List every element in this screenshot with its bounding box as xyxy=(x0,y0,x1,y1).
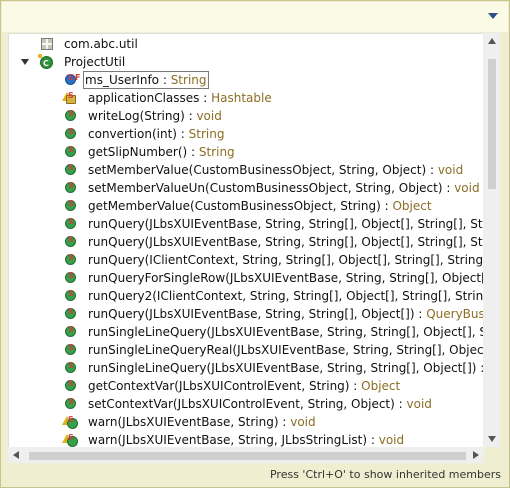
scroll-right-icon[interactable] xyxy=(473,451,479,459)
inherited-members-hint: Press 'Ctrl+O' to show inherited members xyxy=(269,468,501,481)
static-icon: S xyxy=(68,181,74,190)
member-label: runQuery(JLbsXUIEventBase, String, Strin… xyxy=(88,217,485,231)
member-row[interactable]: S writeLog(String) : void xyxy=(59,107,484,125)
static-icon: S xyxy=(68,307,74,316)
member-row[interactable]: S setMemberValueUn(CustomBusinessObject,… xyxy=(59,179,484,197)
horizontal-scrollbar[interactable] xyxy=(8,447,484,463)
member-row[interactable]: S runQuery(JLbsXUIEventBase, String, Str… xyxy=(59,215,485,233)
member-row[interactable]: S runSingleLineQuery(JLbsXUIEventBase, S… xyxy=(59,323,485,341)
member-row[interactable]: S warn(JLbsXUIEventBase, String) : void xyxy=(59,413,484,431)
static-icon: S xyxy=(68,235,74,244)
static-icon: S xyxy=(68,109,74,118)
member-label: writeLog(String) : void xyxy=(88,109,222,123)
class-modifier-icon xyxy=(38,54,42,58)
static-icon: S xyxy=(68,325,74,334)
static-icon: S xyxy=(68,217,74,226)
vertical-scrollbar[interactable] xyxy=(483,33,500,447)
view-menu-icon[interactable] xyxy=(488,13,498,19)
member-label: applicationClasses : Hashtable xyxy=(88,91,272,105)
member-label: runSingleLineQueryReal(JLbsXUIEventBase,… xyxy=(88,343,485,357)
static-icon: S xyxy=(68,199,74,208)
static-icon: S xyxy=(68,163,74,172)
member-label: getContextVar(JLbsXUIControlEvent, Strin… xyxy=(88,379,401,393)
horizontal-scroll-thumb[interactable] xyxy=(29,452,466,460)
scroll-left-icon[interactable] xyxy=(13,451,19,459)
status-footer: Press 'Ctrl+O' to show inherited members xyxy=(1,467,509,487)
static-icon: S xyxy=(68,343,74,352)
member-row[interactable]: S convertion(int) : String xyxy=(59,125,484,143)
package-label: com.abc.util xyxy=(64,37,138,51)
member-row[interactable]: S getMemberValue(CustomBusinessObject, S… xyxy=(59,197,484,215)
member-row[interactable]: S setMemberValue(CustomBusinessObject, S… xyxy=(59,161,484,179)
member-row[interactable]: S applicationClasses : Hashtable xyxy=(59,89,484,107)
static-icon: S xyxy=(68,379,74,388)
vertical-scroll-thumb[interactable] xyxy=(488,59,496,189)
member-label: runQuery(JLbsXUIEventBase, String, Strin… xyxy=(88,307,485,321)
static-icon: S xyxy=(68,73,74,82)
member-label: warn(JLbsXUIEventBase, String, JLbsStrin… xyxy=(88,433,405,447)
member-row[interactable]: S getSlipNumber() : String xyxy=(59,143,484,161)
member-label: runQueryForSingleRow(JLbsXUIEventBase, S… xyxy=(88,271,485,285)
quick-outline-popup: com.abc.util ProjectUtil S F ms_UserInfo… xyxy=(0,0,510,488)
package-row[interactable]: com.abc.util xyxy=(9,35,484,53)
member-row[interactable]: S runQueryForSingleRow(JLbsXUIEventBase,… xyxy=(59,269,485,287)
outline-tree: com.abc.util ProjectUtil S F ms_UserInfo… xyxy=(8,33,485,448)
class-icon xyxy=(38,54,53,73)
outline-toolbar xyxy=(2,2,508,32)
package-icon xyxy=(41,38,53,50)
static-icon: S xyxy=(68,145,74,154)
static-icon: S xyxy=(68,433,74,442)
static-icon: S xyxy=(68,127,74,136)
member-label: convertion(int) : String xyxy=(88,127,225,141)
member-label: ms_UserInfo : String xyxy=(83,71,209,89)
member-row[interactable]: S warn(JLbsXUIEventBase, String, JLbsStr… xyxy=(59,431,484,448)
member-label: warn(JLbsXUIEventBase, String) : void xyxy=(88,415,316,429)
static-icon: S xyxy=(68,361,74,370)
member-label: getMemberValue(CustomBusinessObject, Str… xyxy=(88,199,432,213)
member-label: getSlipNumber() : String xyxy=(88,145,235,159)
member-label: runSingleLineQuery(JLbsXUIEventBase, Str… xyxy=(88,361,484,375)
member-label: setMemberValue(CustomBusinessObject, Str… xyxy=(88,163,464,177)
static-icon: S xyxy=(68,271,74,280)
member-label: runQuery2(IClientContext, String, String… xyxy=(88,289,485,303)
member-row[interactable]: S getContextVar(JLbsXUIControlEvent, Str… xyxy=(59,377,484,395)
member-row[interactable]: S runQuery(JLbsXUIEventBase, String, Str… xyxy=(59,305,485,323)
final-icon: F xyxy=(75,73,81,82)
member-row[interactable]: S runSingleLineQueryReal(JLbsXUIEventBas… xyxy=(59,341,485,359)
member-label: setContextVar(JLbsXUIControlEvent, Strin… xyxy=(88,397,432,411)
collapse-icon[interactable] xyxy=(21,59,29,65)
scroll-up-icon[interactable] xyxy=(488,38,496,44)
member-row[interactable]: S runQuery2(IClientContext, String, Stri… xyxy=(59,287,485,305)
member-label: runSingleLineQuery(JLbsXUIEventBase, Str… xyxy=(88,325,485,339)
static-icon: S xyxy=(68,253,74,262)
scroll-down-icon[interactable] xyxy=(488,436,496,442)
member-label: setMemberValueUn(CustomBusinessObject, S… xyxy=(88,181,480,195)
static-icon: S xyxy=(68,397,74,406)
static-icon: S xyxy=(68,91,74,100)
member-row[interactable]: S runQuery(JLbsXUIEventBase, String, Str… xyxy=(59,233,485,251)
static-icon: S xyxy=(68,289,74,298)
member-label: runQuery(IClientContext, String, String[… xyxy=(88,253,485,267)
member-row[interactable]: S setContextVar(JLbsXUIControlEvent, Str… xyxy=(59,395,484,413)
member-row[interactable]: S runSingleLineQuery(JLbsXUIEventBase, S… xyxy=(59,359,484,377)
member-label: runQuery(JLbsXUIEventBase, String, Strin… xyxy=(88,235,485,249)
member-row[interactable]: S F ms_UserInfo : String xyxy=(59,71,484,89)
member-row[interactable]: S runQuery(IClientContext, String, Strin… xyxy=(59,251,485,269)
static-icon: S xyxy=(68,415,74,424)
